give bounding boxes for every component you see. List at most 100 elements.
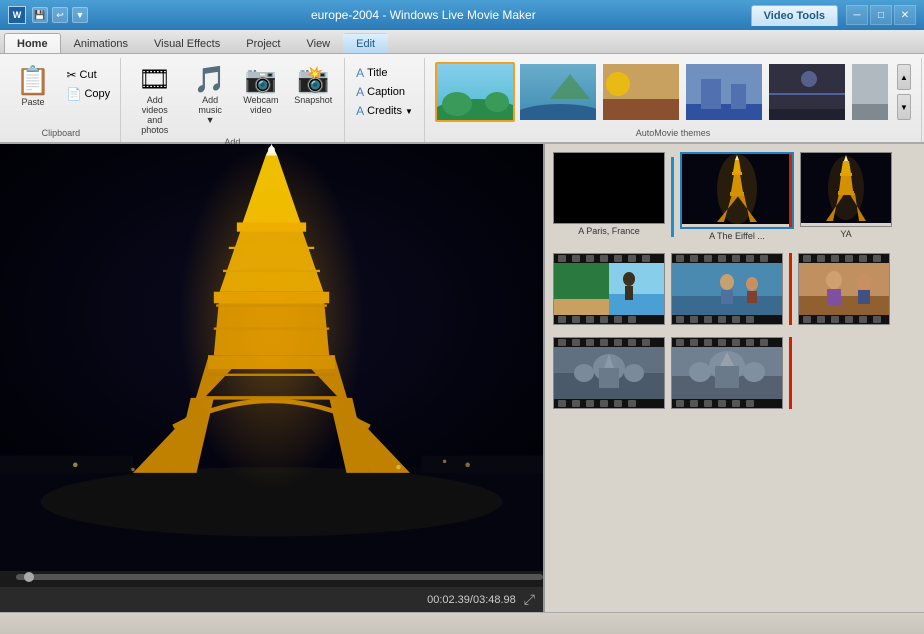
theme-thumb-1[interactable]: [435, 62, 515, 122]
tab-animations[interactable]: Animations: [61, 33, 141, 53]
theme-cool-svg: [686, 64, 764, 122]
film-svg-beach: [554, 254, 664, 324]
eiffel-scene-svg: [0, 144, 543, 571]
seek-thumb[interactable]: [24, 572, 34, 582]
tab-project[interactable]: Project: [233, 33, 293, 53]
clip-paris-france[interactable]: A Paris, France: [553, 152, 665, 236]
themes-down-btn[interactable]: ▼: [897, 94, 911, 120]
video-preview-panel: 00:02.39/03:48.98 ⤢: [0, 144, 545, 612]
theme-extra-svg: [852, 64, 890, 122]
app-logo: W: [8, 6, 26, 24]
video-canvas: [0, 144, 543, 571]
theme-thumb-6[interactable]: [850, 62, 890, 122]
theme-thumb-2[interactable]: [518, 62, 598, 122]
tab-home[interactable]: Home: [4, 33, 61, 53]
caption-icon: A: [356, 85, 364, 99]
redo-btn[interactable]: ▼: [72, 7, 88, 23]
tab-edit[interactable]: Edit: [343, 33, 388, 53]
clip-thumb-building: [553, 337, 665, 409]
theme-dark-svg: [769, 64, 847, 122]
close-btn[interactable]: ✕: [894, 5, 916, 25]
clip-thumb-eiffel: [680, 152, 794, 229]
snapshot-label: Snapshot: [294, 95, 332, 105]
title-button[interactable]: A Title: [352, 64, 417, 82]
snapshot-button[interactable]: 📸 Snapshot: [288, 62, 338, 107]
clip-eiffel[interactable]: A The Eiffel ...: [680, 152, 794, 241]
expand-button[interactable]: ⤢: [524, 591, 535, 608]
theme-thumb-3[interactable]: [601, 62, 681, 122]
clip-eiffel-svg: [682, 154, 792, 224]
clip-eiffel2-svg: [801, 153, 891, 223]
title-label: Title: [367, 67, 387, 79]
undo-btn[interactable]: ↩: [52, 7, 68, 23]
film-strip-person2: [799, 254, 889, 324]
clip-building2[interactable]: [671, 337, 783, 409]
theme-ocean-svg: [520, 64, 598, 122]
cut-button[interactable]: ✂ Cut: [62, 66, 114, 84]
credits-button[interactable]: A Credits ▼: [352, 102, 417, 120]
theme-thumb-5[interactable]: [767, 62, 847, 122]
ribbon-group-themes: ▲ ▼ AutoMovie themes: [425, 58, 922, 142]
clipboard-content: 📋 Paste ✂ Cut 📄 Copy: [8, 60, 115, 128]
clip-beach[interactable]: [553, 253, 665, 325]
webcam-button[interactable]: 📷 Webcamvideo: [237, 62, 284, 117]
credits-icon: A: [356, 104, 364, 118]
title-bar: W 💾 ↩ ▼ europe-2004 - Windows Live Movie…: [0, 0, 924, 30]
clip-eiffel-label: A The Eiffel ...: [709, 231, 765, 241]
film-strip-building2: [672, 338, 782, 408]
caption-button[interactable]: A Caption: [352, 83, 417, 101]
film-svg-person: [672, 254, 782, 324]
timecode-display: 00:02.39/03:48.98: [427, 594, 516, 606]
add-videos-button[interactable]: 🎞 Add videosand photos: [127, 62, 183, 137]
paste-button[interactable]: 📋 Paste: [8, 62, 59, 109]
clipboard-label: Clipboard: [42, 128, 81, 140]
ribbon-group-text: A Title A Caption A Credits ▼: [345, 58, 425, 142]
copy-button[interactable]: 📄 Copy: [62, 85, 114, 103]
ribbon: 📋 Paste ✂ Cut 📄 Copy Clipboard 🎞 Add vid…: [0, 54, 924, 144]
film-svg-person2: [799, 254, 889, 324]
add-videos-label: Add videosand photos: [133, 95, 177, 135]
music-icon: 🎵: [194, 64, 226, 95]
themes-navigation[interactable]: ▲ ▼: [897, 64, 911, 120]
red-divider: [789, 253, 792, 325]
film-svg-building: [554, 338, 664, 408]
title-icon: A: [356, 66, 364, 80]
text-content: A Title A Caption A Credits ▼: [352, 60, 417, 138]
clip-person2[interactable]: [798, 253, 890, 325]
credits-dropdown-icon: ▼: [405, 107, 413, 116]
clip-person[interactable]: [671, 253, 783, 325]
themes-up-btn[interactable]: ▲: [897, 64, 911, 90]
credits-label: Credits: [367, 105, 402, 117]
clip-eiffel-2[interactable]: YA: [800, 152, 892, 239]
minimize-btn[interactable]: ─: [846, 5, 868, 25]
save-quick-btn[interactable]: 💾: [32, 7, 48, 23]
scissors-icon: ✂: [66, 68, 76, 82]
themes-content: ▲ ▼: [431, 60, 915, 124]
window-title: europe-2004 - Windows Live Movie Maker: [96, 8, 751, 22]
clip-ya-label: YA: [840, 229, 851, 239]
theme-nature-svg: [437, 64, 515, 122]
seek-bar[interactable]: [16, 574, 543, 580]
tab-visual-effects[interactable]: Visual Effects: [141, 33, 233, 53]
clip-thumb-person2: [798, 253, 890, 325]
status-text: [8, 618, 11, 629]
add-music-button[interactable]: 🎵 Addmusic ▼: [187, 62, 234, 127]
clip-red-border: [789, 154, 792, 227]
theme-thumb-4[interactable]: [684, 62, 764, 122]
video-controls: 00:02.39/03:48.98 ⤢: [0, 587, 543, 612]
snapshot-icon: 📸: [297, 64, 329, 95]
ribbon-tabs: Home Animations Visual Effects Project V…: [0, 30, 924, 54]
window-controls[interactable]: ─ □ ✕: [846, 5, 916, 25]
webcam-label: Webcamvideo: [243, 95, 278, 115]
quick-access-toolbar[interactable]: 💾 ↩ ▼: [32, 7, 88, 23]
clip-thumb-black: [553, 152, 665, 224]
maximize-btn[interactable]: □: [870, 5, 892, 25]
clip-building[interactable]: [553, 337, 665, 409]
tab-view[interactable]: View: [293, 33, 343, 53]
theme-warm-svg: [603, 64, 681, 122]
ribbon-group-clipboard: 📋 Paste ✂ Cut 📄 Copy Clipboard: [2, 58, 121, 142]
clip-thumb-person: [671, 253, 783, 325]
add-music-label: Addmusic ▼: [193, 95, 228, 125]
film-svg-building2: [672, 338, 782, 408]
clip-thumb-building2: [671, 337, 783, 409]
